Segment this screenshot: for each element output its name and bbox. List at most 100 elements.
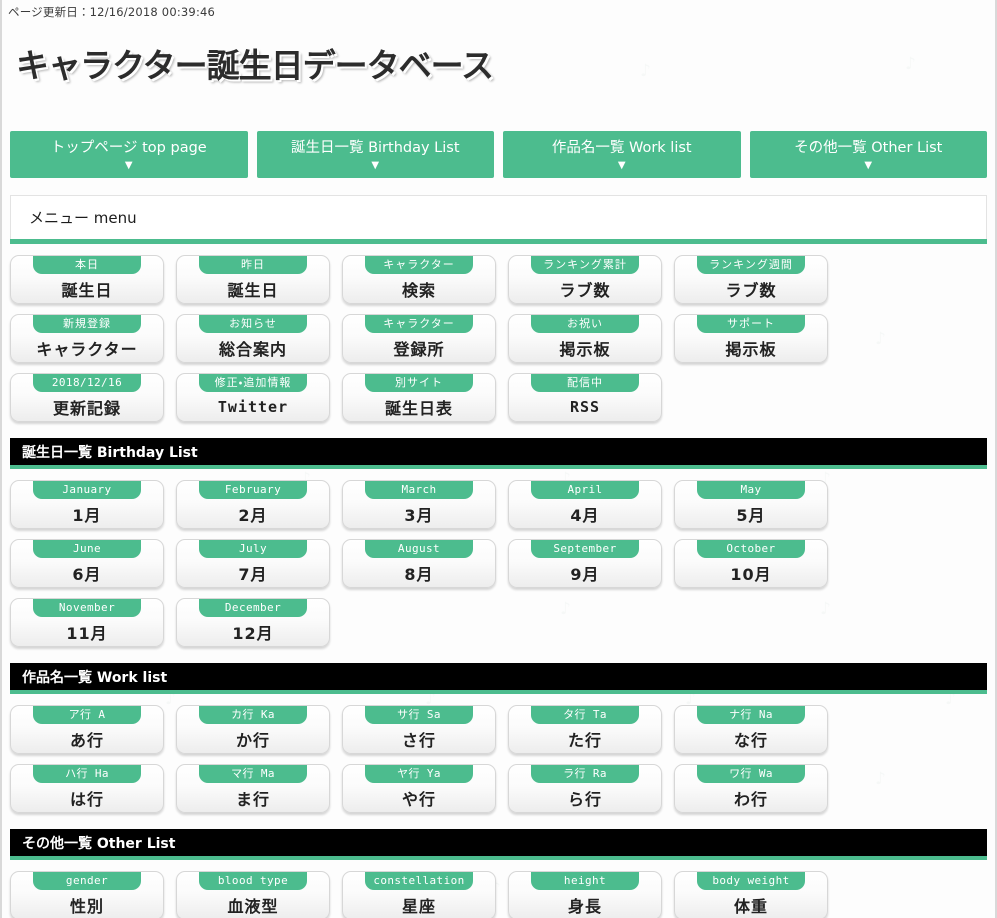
menu-card-title: 体重: [733, 896, 768, 916]
menu-card-tag: July: [199, 540, 307, 559]
menu-card[interactable]: サ行 Sa さ行: [342, 705, 496, 755]
menu-card[interactable]: blood type 血液型: [176, 871, 330, 918]
chevron-down-icon: ▼: [124, 160, 133, 172]
page-updated-timestamp: ページ更新日：12/16/2018 00:39:46: [8, 5, 216, 19]
menu-card-title: 5月: [736, 505, 766, 525]
menu-card-tag: April: [531, 481, 639, 500]
menu-card-title: か行: [235, 730, 270, 750]
nav-tab-label: その他一覧 Other List: [794, 140, 943, 157]
menu-card[interactable]: November 11月: [10, 598, 164, 648]
menu-card-tag: 2018/12/16: [33, 374, 141, 393]
menu-card-title: 9月: [570, 564, 600, 584]
menu-card-title: 11月: [66, 623, 108, 643]
menu-card-title: 6月: [72, 564, 102, 584]
menu-card[interactable]: キャラクター 登録所: [342, 314, 496, 364]
menu-card[interactable]: ラ行 Ra ら行: [508, 764, 662, 814]
menu-card[interactable]: 修正・追加情報 Twitter: [176, 373, 330, 423]
menu-card-tag: マ行 Ma: [199, 765, 307, 784]
menu-card[interactable]: March 3月: [342, 480, 496, 530]
menu-card-title: 4月: [570, 505, 600, 525]
menu-card-title: は行: [69, 789, 104, 809]
menu-card-tag: ナ行 Na: [697, 706, 805, 725]
menu-card[interactable]: gender 性別: [10, 871, 164, 918]
menu-card[interactable]: height 身長: [508, 871, 662, 918]
menu-card-tag: タ行 Ta: [531, 706, 639, 725]
menu-card-tag: サ行 Sa: [365, 706, 473, 725]
menu-card-tag: ヤ行 Ya: [365, 765, 473, 784]
menu-card[interactable]: 本日 誕生日: [10, 255, 164, 305]
menu-card[interactable]: May 5月: [674, 480, 828, 530]
menu-card[interactable]: 別サイト 誕生日表: [342, 373, 496, 423]
menu-card-tag: blood type: [199, 872, 307, 891]
menu-card-tag: キャラクター: [365, 315, 473, 334]
menu-card[interactable]: ハ行 Ha は行: [10, 764, 164, 814]
menu-card[interactable]: April 4月: [508, 480, 662, 530]
menu-card[interactable]: January 1月: [10, 480, 164, 530]
menu-card[interactable]: July 7月: [176, 539, 330, 589]
menu-card[interactable]: December 12月: [176, 598, 330, 648]
menu-card-title: 誕生日: [227, 280, 279, 300]
nav-tab-2[interactable]: 作品名一覧 Work list ▼: [503, 131, 741, 179]
nav-tab-label: 作品名一覧 Work list: [551, 140, 692, 157]
menu-card[interactable]: 新規登録 キャラクター: [10, 314, 164, 364]
menu-card[interactable]: June 6月: [10, 539, 164, 589]
menu-card-tag: 別サイト: [365, 374, 473, 393]
menu-card[interactable]: September 9月: [508, 539, 662, 589]
menu-card-tag: キャラクター: [365, 256, 473, 275]
menu-card-tag: October: [697, 540, 805, 559]
menu-card[interactable]: ワ行 Wa わ行: [674, 764, 828, 814]
menu-card[interactable]: body weight 体重: [674, 871, 828, 918]
menu-card-title: 星座: [401, 896, 436, 916]
nav-tab-3[interactable]: その他一覧 Other List ▼: [749, 131, 987, 179]
menu-card[interactable]: ランキング週間 ラブ数: [674, 255, 828, 305]
menu-card-tag: ア行 A: [33, 706, 141, 725]
menu-card-tag: サポート: [697, 315, 805, 334]
menu-card[interactable]: February 2月: [176, 480, 330, 530]
menu-card-tag: 配信中: [531, 374, 639, 393]
menu-card[interactable]: サポート 掲示板: [674, 314, 828, 364]
menu-card-tag: ランキング累計: [531, 256, 639, 275]
menu-card-title: 掲示板: [559, 339, 611, 359]
menu-card[interactable]: カ行 Ka か行: [176, 705, 330, 755]
menu-card-title: 12月: [232, 623, 274, 643]
menu-card-title: さ行: [401, 730, 436, 750]
menu-card[interactable]: ヤ行 Ya や行: [342, 764, 496, 814]
menu-card[interactable]: August 8月: [342, 539, 496, 589]
menu-card-tag: ランキング週間: [697, 256, 805, 275]
menu-card[interactable]: October 10月: [674, 539, 828, 589]
menu-card[interactable]: マ行 Ma ま行: [176, 764, 330, 814]
menu-card-tag: body weight: [697, 872, 805, 891]
menu-card-tag: June: [33, 540, 141, 559]
menu-card-tag: February: [199, 481, 307, 500]
menu-card[interactable]: 昨日 誕生日: [176, 255, 330, 305]
menu-card-title: Twitter: [217, 397, 289, 416]
menu-card[interactable]: ナ行 Na な行: [674, 705, 828, 755]
menu-card-title: キャラクター: [36, 339, 138, 359]
menu-card[interactable]: タ行 Ta た行: [508, 705, 662, 755]
menu-card[interactable]: ア行 A あ行: [10, 705, 164, 755]
menu-card-tag: 昨日: [199, 256, 307, 275]
menu-card-title: 総合案内: [218, 339, 287, 359]
menu-card-title: 7月: [238, 564, 268, 584]
menu-card-tag: 修正・追加情報: [199, 374, 307, 393]
menu-card[interactable]: お知らせ 総合案内: [176, 314, 330, 364]
menu-card-tag: gender: [33, 872, 141, 891]
menu-card-title: 1月: [72, 505, 102, 525]
menu-card-tag: 本日: [33, 256, 141, 275]
menu-card[interactable]: 配信中 RSS: [508, 373, 662, 423]
menu-card[interactable]: ランキング累計 ラブ数: [508, 255, 662, 305]
menu-card[interactable]: キャラクター 検索: [342, 255, 496, 305]
menu-card-title: 8月: [404, 564, 434, 584]
menu-card-title: 性別: [69, 896, 104, 916]
menu-card-title: 掲示板: [725, 339, 777, 359]
nav-tab-1[interactable]: 誕生日一覧 Birthday List ▼: [256, 131, 494, 179]
menu-card[interactable]: お祝い 掲示板: [508, 314, 662, 364]
section-heading-work-list: 作品名一覧 Work list: [10, 663, 987, 691]
menu-card-tag: ラ行 Ra: [531, 765, 639, 784]
menu-card[interactable]: 2018/12/16 更新記録: [10, 373, 164, 423]
menu-card[interactable]: constellation 星座: [342, 871, 496, 918]
menu-card-tag: January: [33, 481, 141, 500]
other-list-card-grid: gender 性別 blood type 血液型 constellation 星座 heig…: [2, 860, 995, 918]
nav-tab-0[interactable]: トップページ top page ▼: [10, 131, 248, 179]
chevron-down-icon: ▼: [371, 160, 380, 172]
